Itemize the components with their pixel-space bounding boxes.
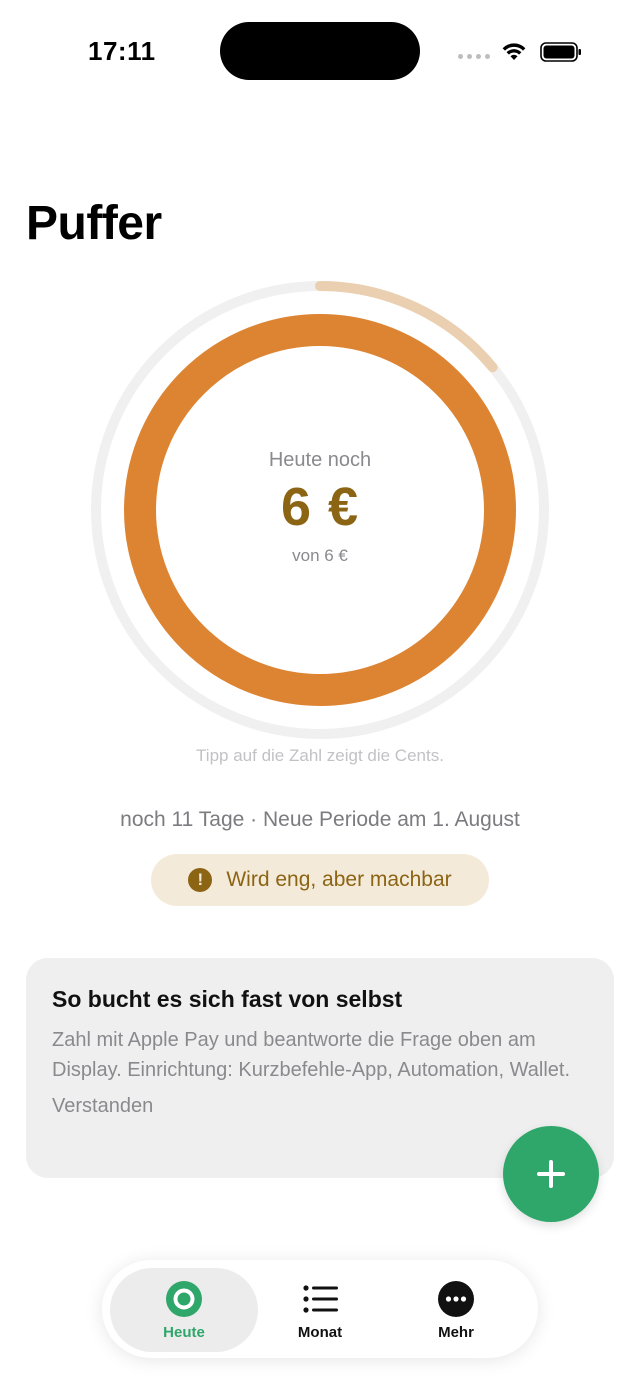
ring-amount: 6 € <box>280 476 360 537</box>
ring-icon <box>166 1280 202 1317</box>
card-body: Zahl mit Apple Pay und beantworte die Fr… <box>52 1029 571 1081</box>
page-title: Puffer <box>26 197 162 250</box>
tab-label-heute: Heute <box>163 1323 205 1341</box>
signal-dots-icon <box>458 54 490 59</box>
dynamic-island <box>220 22 420 80</box>
status-bar: 17:11 <box>0 0 640 100</box>
ring-amount-toggle[interactable]: Heute noch 6 € von 6 € <box>90 280 550 740</box>
budget-ring: Heute noch 6 € von 6 € <box>90 280 550 740</box>
tab-bar: Heute Monat Mehr <box>102 1260 538 1358</box>
tip-text: Tipp auf die Zahl zeigt die Cents. <box>196 746 444 765</box>
tab-mehr[interactable]: Mehr <box>388 1268 524 1352</box>
tab-heute[interactable]: Heute <box>110 1268 258 1352</box>
list-icon <box>303 1284 338 1313</box>
warning-text: Wird eng, aber machbar <box>226 868 452 891</box>
plus-icon <box>537 1160 565 1188</box>
dismiss-button[interactable]: Verstanden <box>52 1095 153 1118</box>
ellipsis-circle-icon <box>438 1280 474 1317</box>
warning-badge: ! Wird eng, aber machbar <box>151 854 489 906</box>
tab-monat[interactable]: Monat <box>252 1268 388 1352</box>
ring-sub: von 6 € <box>292 545 348 565</box>
tab-label-mehr: Mehr <box>438 1323 474 1341</box>
card-title: So bucht es sich fast von selbst <box>52 986 403 1012</box>
status-time: 17:11 <box>88 36 156 66</box>
tab-label-monat: Monat <box>297 1323 343 1341</box>
battery-icon <box>540 42 581 62</box>
exclamation-circle-icon: ! <box>188 868 213 892</box>
status-icons <box>458 40 588 66</box>
wifi-icon <box>502 43 526 60</box>
ring-label: Heute noch <box>268 448 372 471</box>
period-text: noch 11 Tage · Neue Periode am 1. August <box>120 808 520 831</box>
add-expense-button[interactable] <box>503 1126 599 1222</box>
